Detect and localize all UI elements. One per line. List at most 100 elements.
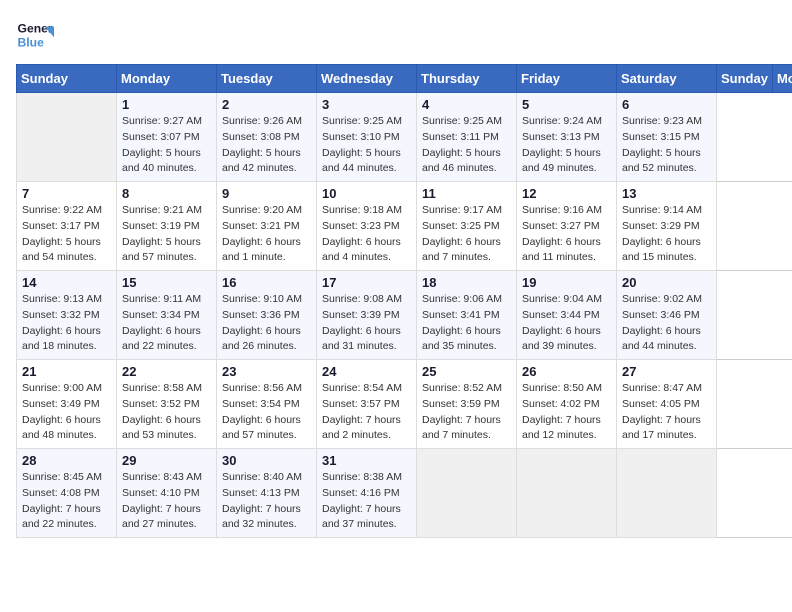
- day-info: Sunrise: 9:06 AMSunset: 3:41 PMDaylight:…: [422, 292, 511, 355]
- day-info: Sunrise: 9:26 AMSunset: 3:08 PMDaylight:…: [222, 114, 311, 177]
- day-number: 1: [122, 97, 211, 112]
- day-info: Sunrise: 9:14 AMSunset: 3:29 PMDaylight:…: [622, 203, 711, 266]
- calendar-cell: 16 Sunrise: 9:10 AMSunset: 3:36 PMDayligh…: [217, 271, 317, 360]
- calendar-cell: 17Sunrise: 9:08 AMSunset: 3:39 PMDayligh…: [317, 271, 417, 360]
- day-info: Sunrise: 9:00 AMSunset: 3:49 PMDaylight:…: [22, 381, 111, 444]
- day-number: 4: [422, 97, 511, 112]
- day-info: Sunrise: 9:18 AMSunset: 3:23 PMDaylight:…: [322, 203, 411, 266]
- day-number: 6: [622, 97, 711, 112]
- day-info: Sunrise: 9:04 AMSunset: 3:44 PMDaylight:…: [522, 292, 611, 355]
- calendar-cell: 14 Sunrise: 9:13 AMSunset: 3:32 PMDayligh…: [17, 271, 117, 360]
- calendar-cell: 5Sunrise: 9:24 AMSunset: 3:13 PMDaylight…: [517, 93, 617, 182]
- day-number: 17: [322, 275, 411, 290]
- calendar-cell: 19 Sunrise: 9:04 AMSunset: 3:44 PMDayligh…: [517, 271, 617, 360]
- calendar-week-row: 7 Sunrise: 9:22 AMSunset: 3:17 PMDaylight…: [17, 182, 792, 271]
- day-number: 9: [222, 186, 311, 201]
- day-number: 28: [22, 453, 111, 468]
- day-number: 26: [522, 364, 611, 379]
- day-number: 30: [222, 453, 311, 468]
- column-header-monday: Monday: [772, 65, 792, 93]
- calendar-cell: 25Sunrise: 8:52 AMSunset: 3:59 PMDayligh…: [417, 360, 517, 449]
- day-info: Sunrise: 9:27 AMSunset: 3:07 PMDaylight:…: [122, 114, 211, 177]
- day-number: 31: [322, 453, 411, 468]
- calendar-cell: 9Sunrise: 9:20 AMSunset: 3:21 PMDaylight…: [217, 182, 317, 271]
- day-info: Sunrise: 9:16 AMSunset: 3:27 PMDaylight:…: [522, 203, 611, 266]
- calendar-cell: 13 Sunrise: 9:14 AMSunset: 3:29 PMDayligh…: [617, 182, 717, 271]
- svg-text:Blue: Blue: [18, 35, 45, 49]
- calendar-cell: 18 Sunrise: 9:06 AMSunset: 3:41 PMDayligh…: [417, 271, 517, 360]
- calendar-header-row: SundayMondayTuesdayWednesdayThursdayFrid…: [17, 65, 792, 93]
- calendar-cell: 23Sunrise: 8:56 AMSunset: 3:54 PMDayligh…: [217, 360, 317, 449]
- day-info: Sunrise: 9:13 AMSunset: 3:32 PMDaylight:…: [22, 292, 111, 355]
- day-number: 14: [22, 275, 111, 290]
- day-info: Sunrise: 8:38 AMSunset: 4:16 PMDaylight:…: [322, 470, 411, 533]
- calendar-cell: 21Sunrise: 9:00 AMSunset: 3:49 PMDayligh…: [17, 360, 117, 449]
- day-info: Sunrise: 8:40 AMSunset: 4:13 PMDaylight:…: [222, 470, 311, 533]
- day-number: 8: [122, 186, 211, 201]
- day-number: 16: [222, 275, 311, 290]
- column-header-wednesday: Wednesday: [317, 65, 417, 93]
- calendar-table: SundayMondayTuesdayWednesdayThursdayFrid…: [16, 64, 792, 538]
- day-info: Sunrise: 8:54 AMSunset: 3:57 PMDaylight:…: [322, 381, 411, 444]
- day-info: Sunrise: 9:23 AMSunset: 3:15 PMDaylight:…: [622, 114, 711, 177]
- calendar-cell: 12 Sunrise: 9:16 AMSunset: 3:27 PMDayligh…: [517, 182, 617, 271]
- calendar-cell: 20Sunrise: 9:02 AMSunset: 3:46 PMDayligh…: [617, 271, 717, 360]
- column-header-thursday: Thursday: [417, 65, 517, 93]
- calendar-cell: [17, 93, 117, 182]
- day-number: 22: [122, 364, 211, 379]
- day-number: 20: [622, 275, 711, 290]
- day-info: Sunrise: 9:10 AMSunset: 3:36 PMDaylight:…: [222, 292, 311, 355]
- day-info: Sunrise: 8:43 AMSunset: 4:10 PMDaylight:…: [122, 470, 211, 533]
- calendar-cell: 3 Sunrise: 9:25 AMSunset: 3:10 PMDaylight…: [317, 93, 417, 182]
- calendar-cell: 22 Sunrise: 8:58 AMSunset: 3:52 PMDayligh…: [117, 360, 217, 449]
- column-header-saturday: Saturday: [617, 65, 717, 93]
- day-number: 29: [122, 453, 211, 468]
- day-info: Sunrise: 8:58 AMSunset: 3:52 PMDaylight:…: [122, 381, 211, 444]
- calendar-cell: 6 Sunrise: 9:23 AMSunset: 3:15 PMDaylight…: [617, 93, 717, 182]
- day-number: 7: [22, 186, 111, 201]
- column-header-friday: Friday: [517, 65, 617, 93]
- day-info: Sunrise: 9:24 AMSunset: 3:13 PMDaylight:…: [522, 114, 611, 177]
- calendar-week-row: 21Sunrise: 9:00 AMSunset: 3:49 PMDayligh…: [17, 360, 792, 449]
- day-number: 27: [622, 364, 711, 379]
- calendar-cell: [517, 449, 617, 538]
- column-header-sunday: Sunday: [17, 65, 117, 93]
- calendar-cell: 8 Sunrise: 9:21 AMSunset: 3:19 PMDaylight…: [117, 182, 217, 271]
- calendar-cell: 24 Sunrise: 8:54 AMSunset: 3:57 PMDayligh…: [317, 360, 417, 449]
- calendar-week-row: 1 Sunrise: 9:27 AMSunset: 3:07 PMDaylight…: [17, 93, 792, 182]
- day-number: 25: [422, 364, 511, 379]
- day-number: 10: [322, 186, 411, 201]
- calendar-cell: 2 Sunrise: 9:26 AMSunset: 3:08 PMDaylight…: [217, 93, 317, 182]
- calendar-week-row: 14 Sunrise: 9:13 AMSunset: 3:32 PMDayligh…: [17, 271, 792, 360]
- calendar-cell: 7 Sunrise: 9:22 AMSunset: 3:17 PMDaylight…: [17, 182, 117, 271]
- calendar-cell: 29 Sunrise: 8:43 AMSunset: 4:10 PMDayligh…: [117, 449, 217, 538]
- day-number: 13: [622, 186, 711, 201]
- calendar-cell: 10 Sunrise: 9:18 AMSunset: 3:23 PMDayligh…: [317, 182, 417, 271]
- calendar-cell: 26Sunrise: 8:50 AMSunset: 4:02 PMDayligh…: [517, 360, 617, 449]
- day-info: Sunrise: 9:17 AMSunset: 3:25 PMDaylight:…: [422, 203, 511, 266]
- day-number: 18: [422, 275, 511, 290]
- day-info: Sunrise: 8:45 AMSunset: 4:08 PMDaylight:…: [22, 470, 111, 533]
- calendar-cell: 27Sunrise: 8:47 AMSunset: 4:05 PMDayligh…: [617, 360, 717, 449]
- day-number: 2: [222, 97, 311, 112]
- day-number: 24: [322, 364, 411, 379]
- column-header-monday: Monday: [117, 65, 217, 93]
- day-number: 12: [522, 186, 611, 201]
- page-header: General Blue: [16, 16, 776, 54]
- day-info: Sunrise: 9:11 AMSunset: 3:34 PMDaylight:…: [122, 292, 211, 355]
- calendar-cell: [417, 449, 517, 538]
- calendar-cell: [617, 449, 717, 538]
- calendar-cell: 11 Sunrise: 9:17 AMSunset: 3:25 PMDayligh…: [417, 182, 517, 271]
- day-number: 11: [422, 186, 511, 201]
- calendar-cell: 15 Sunrise: 9:11 AMSunset: 3:34 PMDayligh…: [117, 271, 217, 360]
- day-number: 3: [322, 97, 411, 112]
- logo: General Blue: [16, 16, 54, 54]
- day-info: Sunrise: 9:25 AMSunset: 3:11 PMDaylight:…: [422, 114, 511, 177]
- day-number: 19: [522, 275, 611, 290]
- day-number: 15: [122, 275, 211, 290]
- calendar-cell: 30 Sunrise: 8:40 AMSunset: 4:13 PMDayligh…: [217, 449, 317, 538]
- day-info: Sunrise: 9:22 AMSunset: 3:17 PMDaylight:…: [22, 203, 111, 266]
- calendar-cell: 31 Sunrise: 8:38 AMSunset: 4:16 PMDayligh…: [317, 449, 417, 538]
- day-info: Sunrise: 9:25 AMSunset: 3:10 PMDaylight:…: [322, 114, 411, 177]
- day-info: Sunrise: 9:21 AMSunset: 3:19 PMDaylight:…: [122, 203, 211, 266]
